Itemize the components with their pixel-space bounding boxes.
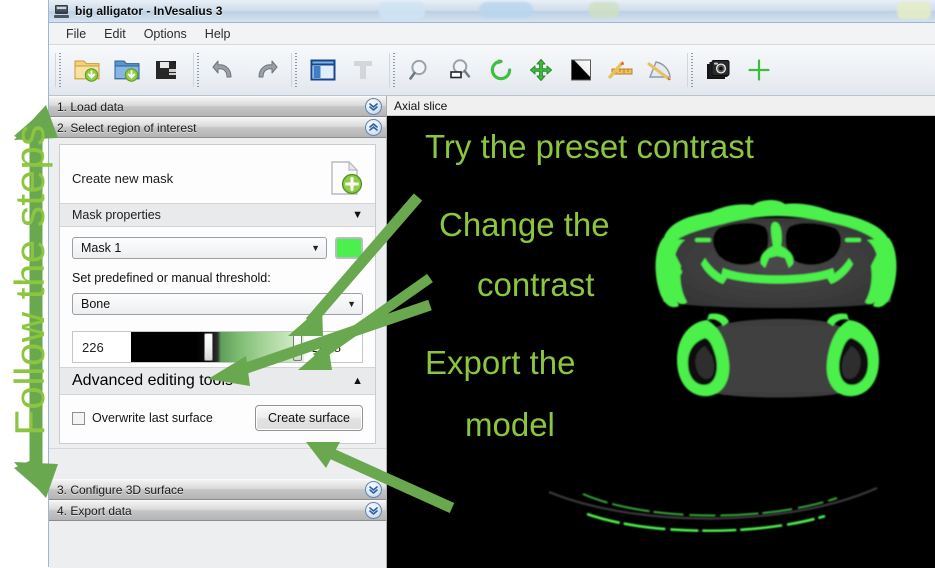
tool-bar [49,45,935,96]
panel-bottom-spacer [49,521,386,568]
chevron-double-down-icon[interactable] [365,98,382,115]
toolbar-group-capture [681,48,779,92]
chevron-double-down-icon[interactable] [365,481,382,498]
roi-panel-content: Create new mask Mask properties ▼ Mask 1… [49,138,386,448]
step-select-roi-label: 2. Select region of interest [57,120,197,135]
threshold-preset-select[interactable]: Bone ▼ [72,293,363,315]
main-body: 1. Load data 2. Select region of interes… [49,96,935,568]
zoom-icon[interactable] [401,50,441,90]
threshold-slider[interactable]: 226 2458 [72,331,363,363]
create-new-mask-label: Create new mask [72,170,174,186]
titlebar-blur-blob [479,2,533,18]
mask-properties-row[interactable]: Mask properties ▼ [60,203,375,227]
mask-color-swatch[interactable] [335,237,363,259]
annotation-change-contrast-line2: contrast [477,266,595,303]
threshold-label: Set predefined or manual threshold: [72,271,271,285]
checkbox-box[interactable] [72,411,85,425]
toolbar-group-interaction [383,48,681,92]
annotation-export-model-line2: model [465,406,555,443]
panel-spacer [49,448,386,479]
rotate-icon[interactable] [481,50,521,90]
pan-icon[interactable] [521,50,561,90]
triangle-up-icon[interactable]: ▲ [352,375,363,387]
toolbar-grip[interactable] [193,53,201,87]
contrast-icon[interactable] [561,50,601,90]
menu-bar: File Edit Options Help [49,23,935,45]
chevron-double-up-icon[interactable] [365,119,382,136]
annotation-export-model-line1: Export the [425,344,576,381]
toolbar-group-view [285,48,383,92]
overwrite-last-surface-label: Overwrite last surface [92,411,213,425]
mask-select[interactable]: Mask 1 ▼ [72,237,327,259]
titlebar-blur-blob [897,2,931,19]
desktop-left-strip [0,0,48,567]
annotation-change-contrast-line1: Change the [439,206,610,243]
surface-actions-row: Overwrite last surface Create surface [72,395,363,443]
step-configure-surface[interactable]: 3. Configure 3D surface [49,479,386,500]
advanced-editing-tools-row[interactable]: Advanced editing tools ▲ [60,367,375,395]
layout-icon[interactable] [303,50,343,90]
menu-options[interactable]: Options [135,25,196,43]
mask-selector-row: Mask 1 ▼ [72,237,363,259]
viewer-header: Axial slice [387,96,935,116]
toolbar-group-history [187,48,285,92]
axial-slice-viewer[interactable]: Try the preset contrast Change the contr… [387,116,935,568]
toolbar-grip[interactable] [291,53,299,87]
toolbar-grip[interactable] [55,53,63,87]
create-surface-button-label: Create surface [268,411,350,425]
window-title-bar: big alligator - InVesalius 3 [49,0,935,23]
advanced-editing-tools-label: Advanced editing tools [72,372,233,389]
task-panel: 1. Load data 2. Select region of interes… [49,96,387,568]
toolbar-grip[interactable] [389,53,397,87]
menu-edit[interactable]: Edit [95,25,135,43]
menu-help[interactable]: Help [196,25,240,43]
measure-angular-icon[interactable] [641,50,681,90]
threshold-min-value[interactable]: 226 [73,332,131,362]
chevron-down-icon: ▼ [311,243,320,253]
zoom-region-icon[interactable] [441,50,481,90]
viewer-panel: Axial slice Try the preset contrast Chan… [387,96,935,568]
mask-properties-label: Mask properties [72,208,161,222]
step-export-data-label: 4. Export data [57,503,132,518]
screenshot-icon[interactable] [699,50,739,90]
annotation-try-preset-contrast: Try the preset contrast [425,128,754,165]
open-project-icon[interactable] [107,50,147,90]
threshold-handle-max[interactable] [293,333,302,361]
mask-select-value: Mask 1 [81,241,122,255]
ct-slice-image [548,199,897,533]
roi-card: Create new mask Mask properties ▼ Mask 1… [59,144,376,444]
menu-file[interactable]: File [57,25,95,43]
step-select-roi[interactable]: 2. Select region of interest [49,117,386,138]
new-mask-document-icon[interactable] [329,160,363,196]
step-export-data[interactable]: 4. Export data [49,500,386,521]
threshold-preset-value: Bone [81,297,111,311]
overwrite-last-surface-checkbox[interactable]: Overwrite last surface [72,411,213,425]
undo-icon[interactable] [205,50,245,90]
step-load-data[interactable]: 1. Load data [49,96,386,117]
measure-linear-icon[interactable] [601,50,641,90]
create-surface-button[interactable]: Create surface [255,405,363,431]
threshold-gradient-bar[interactable] [131,332,304,362]
toolbar-group-file [49,48,187,92]
window-title: big alligator - InVesalius 3 [75,4,223,18]
crosshair-icon[interactable] [739,50,779,90]
threshold-max-value[interactable]: 2458 [304,332,362,362]
import-dicom-icon[interactable] [67,50,107,90]
application-window: big alligator - InVesalius 3 File Edit O… [48,0,935,568]
redo-icon[interactable] [245,50,285,90]
titlebar-blur-blob [379,2,425,19]
chevron-down-icon: ▼ [347,299,356,309]
toolbar-grip[interactable] [687,53,695,87]
save-project-icon[interactable] [147,50,187,90]
step-configure-surface-label: 3. Configure 3D surface [57,482,184,497]
threshold-handle-min[interactable] [203,333,213,361]
titlebar-blur-blob [589,2,619,18]
text-annotation-icon[interactable] [343,50,383,90]
create-new-mask-row[interactable]: Create new mask [72,155,363,201]
chevron-double-down-icon[interactable] [365,502,382,519]
step-load-data-label: 1. Load data [57,99,124,114]
application-window-icon [54,4,69,19]
triangle-down-icon[interactable]: ▼ [352,209,363,221]
viewer-title: Axial slice [394,98,448,113]
